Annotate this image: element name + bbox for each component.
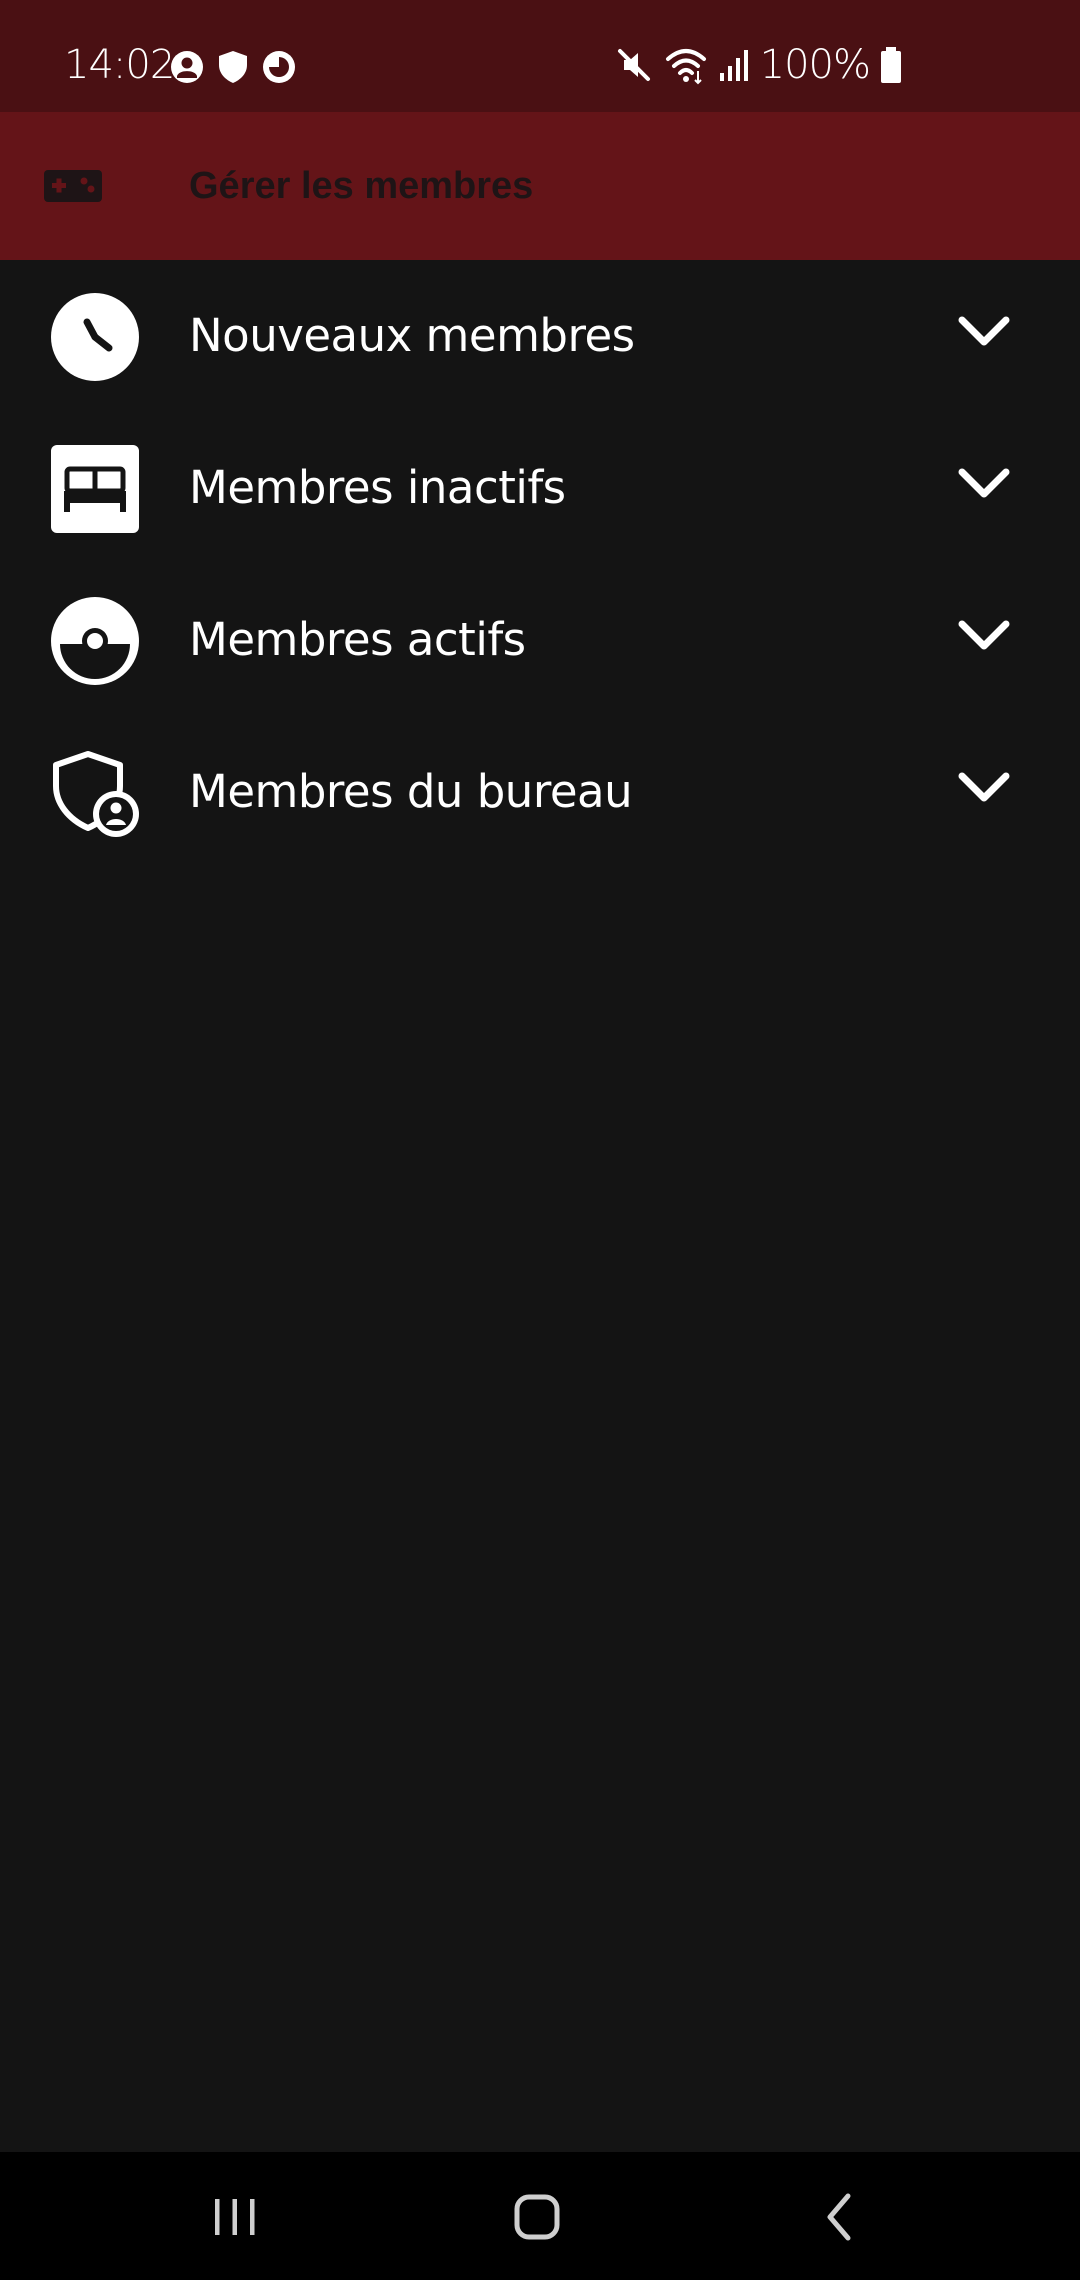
menu-item-nouveaux-membres[interactable]: Nouveaux membres <box>0 260 1080 412</box>
back-icon[interactable] <box>800 2182 880 2252</box>
chevron-down-icon[interactable] <box>956 616 1012 656</box>
mute-icon <box>617 49 650 81</box>
menu-item-membres-actifs[interactable]: Membres actifs <box>0 564 1080 716</box>
menu-item-membres-du-bureau[interactable]: Membres du bureau <box>0 716 1080 868</box>
bed-icon <box>51 445 139 533</box>
pokeball-icon <box>51 597 139 685</box>
status-bar: 14:02 100% <box>0 0 1080 112</box>
account-circle-icon <box>171 51 203 83</box>
signal-icon <box>719 50 748 81</box>
status-right: 100% <box>614 40 902 90</box>
menu-item-label: Membres actifs <box>189 613 526 666</box>
shield-icon <box>219 51 247 83</box>
app-bar: Gérer les membres <box>0 112 1080 260</box>
menu-item-label: Membres du bureau <box>189 765 633 818</box>
recent-apps-icon[interactable] <box>195 2182 275 2252</box>
status-time: 14:02 <box>64 42 175 88</box>
gamepad-icon[interactable] <box>42 160 104 212</box>
shield-account-icon <box>53 751 139 837</box>
chevron-down-icon[interactable] <box>956 768 1012 808</box>
menu-item-label: Membres inactifs <box>189 461 566 514</box>
wifi-icon <box>665 49 706 85</box>
data-saver-icon <box>263 51 295 83</box>
page-title: Gérer les membres <box>189 165 534 207</box>
chevron-down-icon[interactable] <box>956 312 1012 352</box>
menu-item-membres-inactifs[interactable]: Membres inactifs <box>0 412 1080 564</box>
navigation-bar <box>0 2152 1080 2280</box>
home-icon[interactable] <box>497 2182 577 2252</box>
clock-icon <box>51 293 139 381</box>
status-left-icons <box>170 50 296 84</box>
screen: 14:02 100% Gérer les membres Nouveaux me… <box>0 0 1080 2280</box>
menu-item-label: Nouveaux membres <box>189 309 635 362</box>
battery-percentage: 100% <box>759 42 871 88</box>
chevron-down-icon[interactable] <box>956 464 1012 504</box>
battery-icon <box>881 47 901 83</box>
